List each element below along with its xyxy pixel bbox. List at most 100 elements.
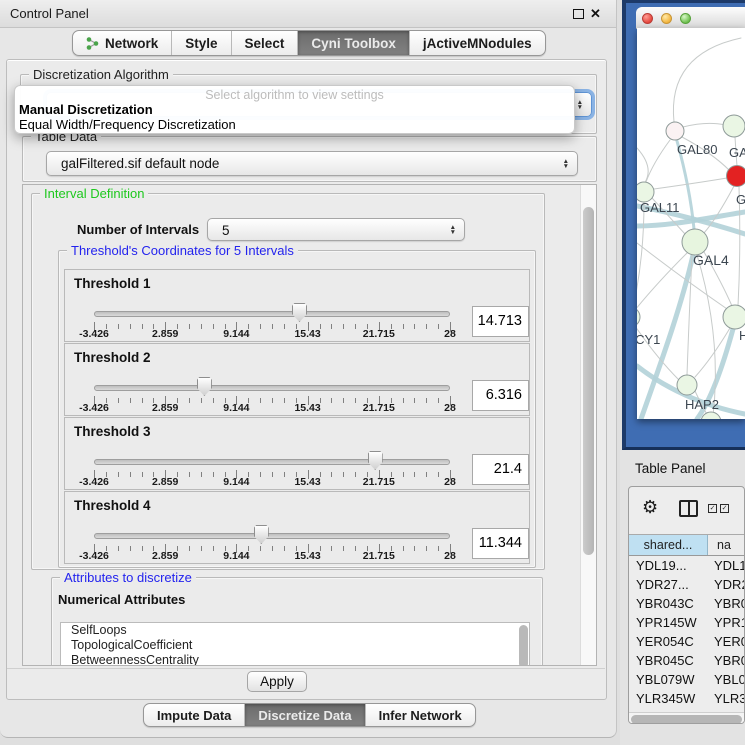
tab-infer-network[interactable]: Infer Network [365,704,475,726]
slider-handle[interactable] [197,377,212,396]
column-header-shared-name[interactable]: shared... [629,535,708,555]
checkbox-icon: ✓ [720,504,729,513]
table-data-select[interactable]: galFiltered.sif default node ▲▼ [46,151,578,176]
table-horizontal-scrollbar[interactable] [629,712,744,724]
window-title: Control Panel [10,0,89,27]
tab-network[interactable]: Network [73,31,171,55]
tab-cyni-toolbox[interactable]: Cyni Toolbox [297,31,409,55]
bottom-tab-bar: Impute Data Discretize Data Infer Network [143,703,476,727]
tick-label: 9.144 [211,328,261,340]
slider-handle[interactable] [292,303,307,322]
node-table-panel: ⚙ ✓ ✓ shared... na YDL19...YDL1...YDR27.… [628,486,745,724]
threshold-label: Threshold 1 [74,276,151,291]
tick-label: 15.43 [283,402,333,414]
tab-select[interactable]: Select [231,31,298,55]
node-g[interactable] [727,166,745,187]
combo-arrows-icon: ▲▼ [450,225,456,235]
tick-label: 28 [425,476,475,488]
tab-jactivemnodules[interactable]: jActiveMNodules [409,31,545,55]
tick-label: 21.715 [354,402,404,414]
minimize-traffic-light-icon[interactable] [661,13,672,24]
node-gal11[interactable] [637,182,654,202]
node-gal80[interactable] [666,122,684,140]
slider-handle[interactable] [368,451,383,470]
cell-shared-name: YDR27... [629,575,708,594]
node-hap2[interactable] [677,375,697,395]
tick-label: -3.426 [69,550,119,562]
split-divider [688,502,690,515]
tick-mark [414,472,415,477]
divider [7,668,605,669]
slider-track[interactable] [94,459,450,465]
list-scrollbar[interactable] [519,625,528,666]
attribute-item-selfloops[interactable]: SelfLoops [61,623,529,638]
popup-option-equal-width-frequency[interactable]: Equal Width/Frequency Discretization [19,117,236,132]
tab-discretize-data[interactable]: Discretize Data [244,704,364,726]
popup-option-manual-discretization[interactable]: Manual Discretization [19,102,153,117]
cell-shared-name: YLR345W [629,689,708,708]
tick-mark [130,472,131,477]
attribute-item-betweennesscentrality[interactable]: BetweennessCentrality [61,653,529,666]
cell-name: YLR3... [708,689,744,708]
table-row[interactable]: YBR043CYBR0... [629,594,744,613]
table-row[interactable]: YLR345WYLR3... [629,689,744,708]
threshold-value-field[interactable]: 14.713 [472,306,529,337]
threshold-row-3: Threshold 3-3.4262.8599.14415.4321.71528… [64,417,530,490]
table-row[interactable]: YBL079WYBL0... [629,670,744,689]
tab-impute-data[interactable]: Impute Data [144,704,244,726]
popup-prompt: Select algorithm to view settings [15,88,574,102]
control-panel-titlebar: Control Panel ✕ [0,0,616,28]
scrollbar-thumb[interactable] [631,715,742,724]
settings-vertical-scrollbar[interactable] [580,185,596,665]
tick-label: -3.426 [69,402,119,414]
close-icon[interactable]: ✕ [590,6,601,22]
column-visibility-icons[interactable]: ✓ ✓ [708,504,729,513]
node-partial[interactable] [701,412,721,419]
tab-label: Network [105,36,158,51]
tab-label: Select [245,36,285,51]
threshold-row-1: Threshold 1-3.4262.8599.14415.4321.71528… [64,269,530,342]
number-of-intervals-value: 5 [222,219,230,242]
tick-label: 9.144 [211,476,261,488]
tab-style[interactable]: Style [171,31,230,55]
zoom-traffic-light-icon[interactable] [680,13,691,24]
numerical-attributes-list[interactable]: SelfLoopsTopologicalCoefficientBetweenne… [60,622,530,666]
cell-shared-name: YBR045C [629,651,708,670]
attribute-item-topologicalcoefficient[interactable]: TopologicalCoefficient [61,638,529,653]
slider-track[interactable] [94,385,450,391]
slider-track[interactable] [94,311,450,317]
table-row[interactable]: YER054CYER0... [629,632,744,651]
cell-shared-name: YDL19... [629,556,708,575]
table-row[interactable]: YBR045CYBR0... [629,651,744,670]
close-traffic-light-icon[interactable] [642,13,653,24]
table-row[interactable]: YDL19...YDL1... [629,556,744,575]
apply-button[interactable]: Apply [247,671,307,692]
tab-label: Style [185,36,217,51]
table-row[interactable]: YPR145WYPR1... [629,613,744,632]
float-window-icon[interactable] [573,9,584,19]
table-row[interactable]: YDR27...YDR2... [629,575,744,594]
group-title: Discretization Algorithm [29,67,173,82]
table-data-value: galFiltered.sif default node [61,152,219,175]
split-view-icon[interactable] [679,500,698,517]
slider-track[interactable] [94,533,450,539]
network-canvas[interactable]: GAL80GAGGAL11GAL4GCY1HHAP2 [637,28,745,419]
node-gcy1[interactable] [637,307,640,327]
group-title: Interval Definition [40,186,148,201]
thresholds-group: Threshold's Coordinates for 5 Intervals … [58,250,536,568]
gear-icon[interactable]: ⚙ [642,496,658,518]
threshold-value-field[interactable]: 21.4 [472,454,529,485]
threshold-value-field[interactable]: 11.344 [472,528,529,559]
tab-label: Infer Network [379,708,462,723]
node-ga[interactable] [723,115,745,137]
node-h[interactable] [723,305,745,329]
slider-handle[interactable] [254,525,269,544]
network-view-window[interactable]: GAL80GAGGAL11GAL4GCY1HHAP2 [622,0,745,450]
number-of-intervals-select[interactable]: 5 ▲▼ [207,218,465,241]
tab-label: Impute Data [157,708,231,723]
node-label: GA [729,145,745,160]
tick-label: 2.859 [140,328,190,340]
column-header-name[interactable]: na [708,535,744,555]
threshold-value-field[interactable]: 6.316 [472,380,529,411]
scrollbar-thumb[interactable] [583,207,594,555]
